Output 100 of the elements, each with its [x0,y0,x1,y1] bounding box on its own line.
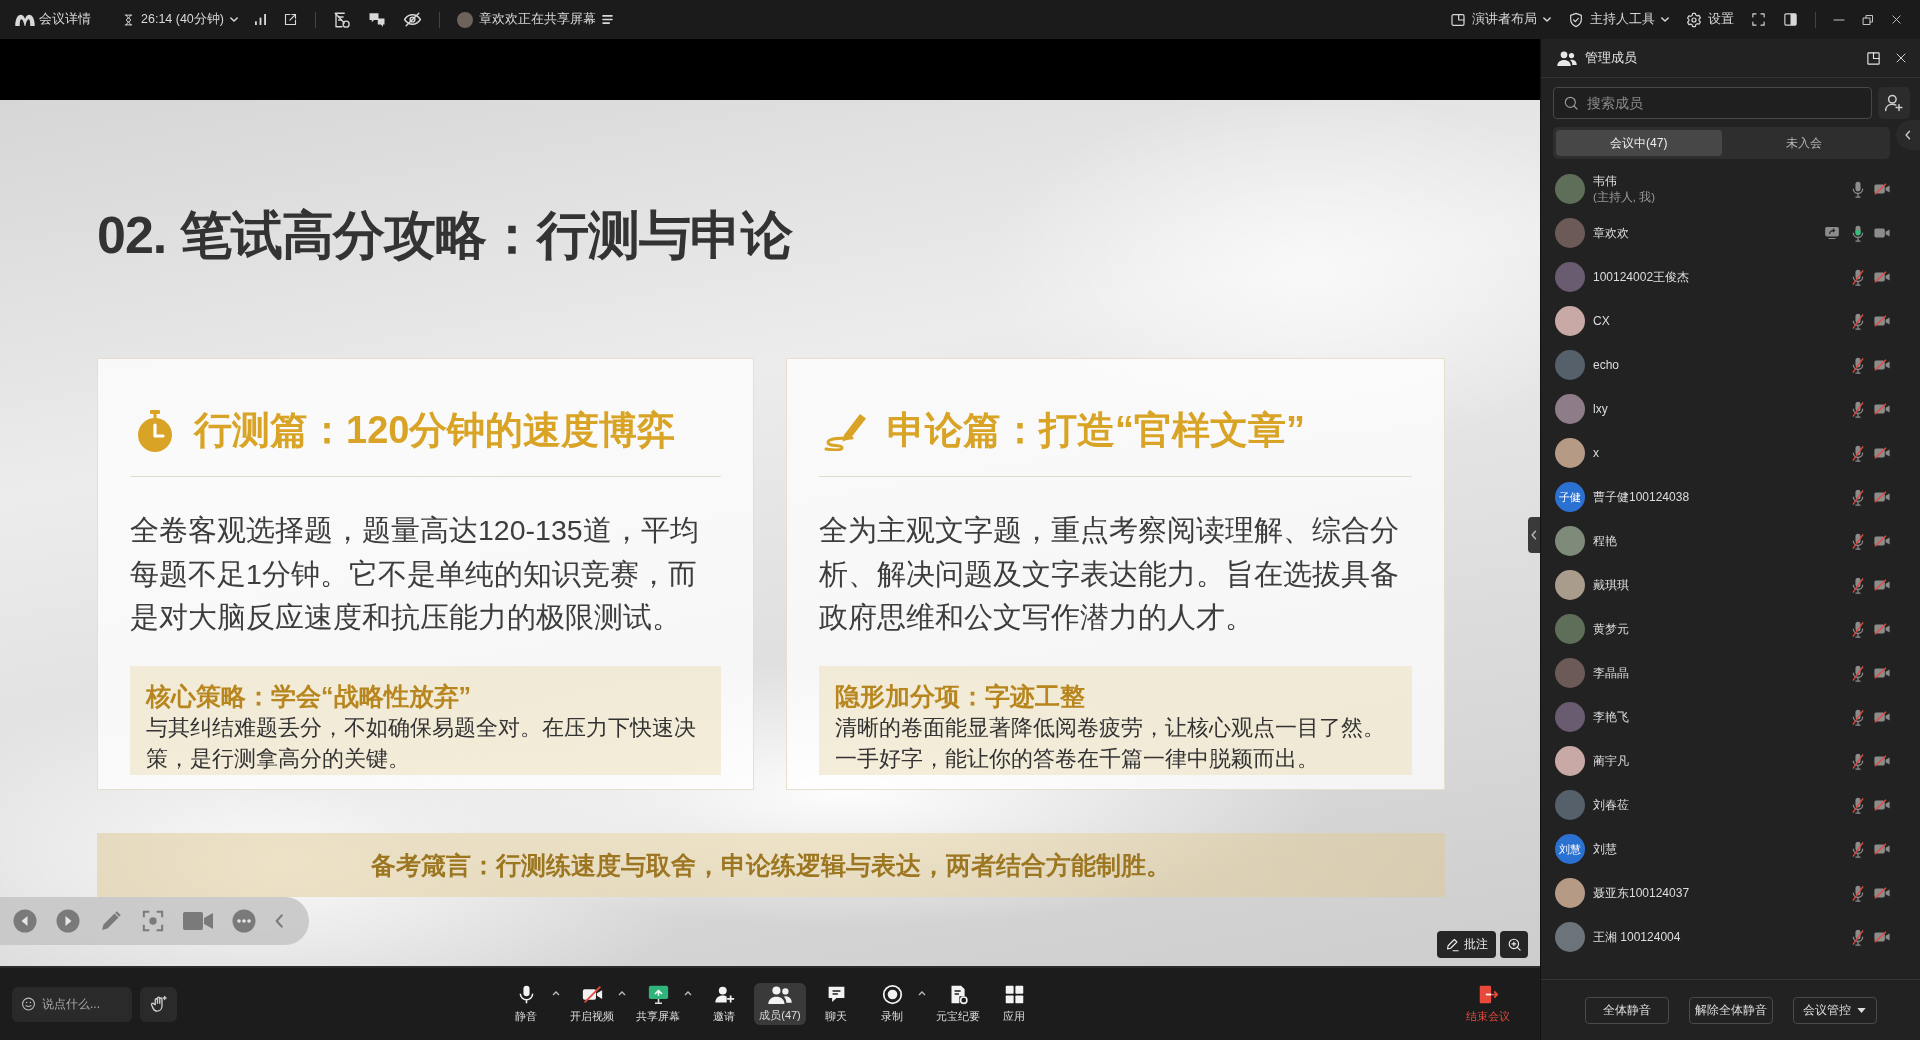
minimize-icon[interactable] [1833,18,1845,21]
summary-button[interactable]: 元宝纪要 [932,983,984,1025]
meeting-info-button[interactable]: 会议详情 [15,7,91,32]
pen-icon[interactable] [99,909,123,933]
chat-button[interactable]: 聊天 [810,983,862,1025]
avatar-placeholder [1555,174,1585,204]
mute-button[interactable]: 静音 [500,983,552,1025]
mic-slash-icon[interactable] [1852,444,1864,462]
chat-input-field[interactable]: 说点什么... [12,986,132,1022]
avatar-placeholder [457,11,473,28]
camera-slash-icon[interactable] [1874,271,1890,283]
caret-icon[interactable] [684,991,692,996]
panel-action-button[interactable]: 会议管控 [1792,996,1877,1024]
tab[interactable]: 未入会 [1721,130,1887,156]
eye-slash-icon[interactable] [403,10,422,29]
mic-slash-icon[interactable] [1852,796,1864,814]
invite-button[interactable]: 邀请 [698,983,750,1025]
annotate-button[interactable]: 批注 [1437,931,1496,958]
tab[interactable]: 会议中(47) [1556,130,1722,156]
camera-slash-icon[interactable] [1874,359,1890,371]
mic-icon[interactable] [1852,180,1864,198]
mic-slash-icon[interactable] [1852,488,1864,506]
camera-slash-icon[interactable] [1874,315,1890,327]
host-tools-button[interactable]: 主持人工具 [1568,7,1669,32]
motto-text: 备考箴言：行测练速度与取舍，申论练逻辑与表达，两者结合方能制胜。 [371,849,1171,881]
sharing-notice-button[interactable]: 章欢欢正在共享屏幕 [457,7,613,32]
share-screen-button[interactable]: 共享屏幕 [632,983,684,1025]
mic-slash-icon[interactable] [1852,532,1864,550]
avatar: 刘慧 [1555,834,1585,864]
raise-hand-button[interactable] [140,986,177,1022]
panel-action-button[interactable]: 解除全体静音 [1688,996,1773,1024]
search-field[interactable]: 搜索成员 [1553,87,1872,119]
add-member-button[interactable] [1878,87,1910,119]
mic-slash-icon[interactable] [1852,312,1864,330]
camera-slash-icon[interactable] [1874,755,1890,767]
camera-slash-icon[interactable] [1874,799,1890,811]
mic-slash-icon[interactable] [1852,928,1864,946]
mic-slash-icon[interactable] [1852,884,1864,902]
close-icon[interactable] [1891,14,1902,25]
mic-slash-icon[interactable] [1852,268,1864,286]
close-icon[interactable] [1895,52,1907,64]
end-meeting-button[interactable]: 结束会议 [1462,983,1514,1025]
member-name: 李艳飞 [1593,708,1629,726]
caret-icon[interactable] [552,991,560,996]
camera-slash-icon[interactable] [1874,183,1890,195]
signal-bars-icon[interactable] [255,14,266,25]
video-button[interactable]: 开启视频 [566,983,618,1025]
camera-slash-icon[interactable] [1874,887,1890,899]
camera-slash-icon[interactable] [1874,711,1890,723]
collapse-button[interactable] [1896,120,1920,150]
mic-slash-icon[interactable] [1852,708,1864,726]
mic-slash-icon[interactable] [1852,400,1864,418]
layout-button[interactable]: 演讲者布局 [1450,7,1551,32]
mic-slash-icon[interactable] [1852,840,1864,858]
apps-button[interactable]: 应用 [988,983,1040,1025]
timer-button[interactable]: 26:14 (40分钟) [122,7,238,32]
document-slash-icon[interactable] [333,10,351,29]
speech-bubbles-icon[interactable] [368,10,386,29]
collapse-tab[interactable] [1528,517,1540,553]
external-link-icon[interactable] [283,12,298,27]
camera-slash-icon[interactable] [1874,491,1890,503]
record-button[interactable]: 录制 [866,983,918,1025]
chevron-left-icon[interactable] [275,914,284,928]
sidebar-icon[interactable] [1783,12,1798,27]
panel-action-button[interactable]: 全体静音 [1584,996,1669,1024]
people-icon [1557,50,1577,66]
caret-icon[interactable] [918,991,926,996]
camera-slash-icon[interactable] [1874,403,1890,415]
popout-icon[interactable] [1866,50,1881,66]
zoom-in-button[interactable] [1500,931,1528,958]
camera-slash-icon[interactable] [1874,931,1890,943]
camera-slash-icon[interactable] [1874,843,1890,855]
hourglass-icon [122,12,135,27]
members-button[interactable]: 成员(47) [754,983,806,1025]
next-icon[interactable] [56,909,80,933]
camera-icon[interactable] [1874,227,1890,239]
camera-slash-icon[interactable] [1874,667,1890,679]
mic-slash-icon[interactable] [1852,664,1864,682]
chevron-down-icon [1661,17,1669,22]
exit-icon [1477,984,1499,1005]
mic-slash-icon[interactable] [1852,620,1864,638]
mic-icon[interactable] [1852,224,1864,242]
member-name: 黄梦元 [1593,620,1629,638]
person-plus-icon [1884,93,1904,113]
settings-button[interactable]: 设置 [1686,7,1734,32]
camera-slash-icon[interactable] [1874,579,1890,591]
mic-slash-icon[interactable] [1852,576,1864,594]
focus-frame-icon[interactable] [142,910,164,932]
previous-icon[interactable] [13,909,37,933]
more-icon[interactable] [232,909,256,933]
camera-slash-icon[interactable] [1874,535,1890,547]
mic-slash-icon[interactable] [1852,752,1864,770]
video-camera-icon[interactable] [183,910,213,932]
camera-slash-icon[interactable] [1874,447,1890,459]
restore-icon[interactable] [1862,13,1874,26]
fullscreen-icon[interactable] [1751,12,1766,27]
mic-slash-icon[interactable] [1852,356,1864,374]
tip-text: 与其纠结难题丢分，不如确保易题全对。在压力下快速决策，是行测拿高分的关键。 [146,713,697,773]
caret-icon[interactable] [618,991,626,996]
camera-slash-icon[interactable] [1874,623,1890,635]
